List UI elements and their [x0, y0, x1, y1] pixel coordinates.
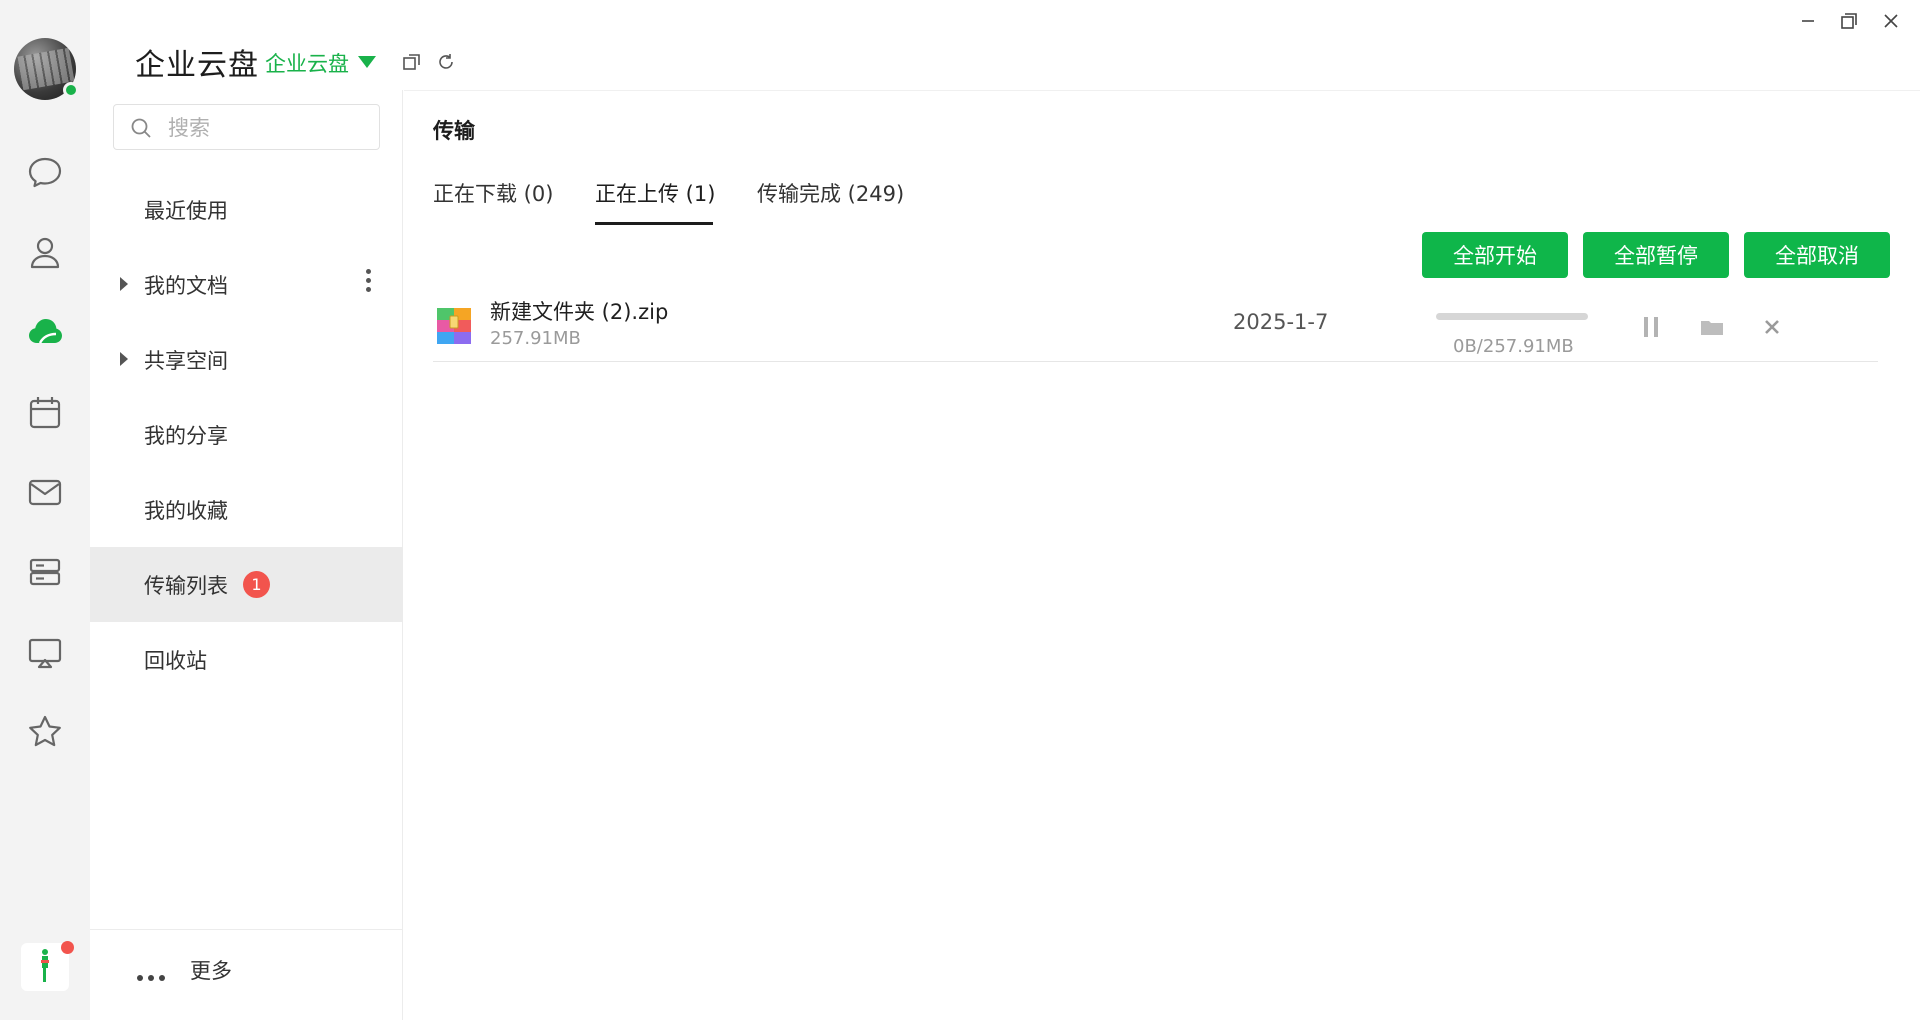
- sidebar-item-favorites[interactable]: 我的收藏: [90, 472, 403, 547]
- file-date: 2025-1-7: [1233, 310, 1329, 334]
- start-all-button[interactable]: 全部开始: [1422, 232, 1568, 278]
- sidebar-item-label: 我的收藏: [144, 499, 228, 523]
- header-divider: [404, 90, 1920, 91]
- caret-down-icon[interactable]: [358, 56, 376, 68]
- online-status-dot: [63, 82, 79, 98]
- sidebar-item-shared-space[interactable]: 共享空间: [90, 322, 403, 397]
- icon-rail: [0, 0, 90, 1020]
- progress-bar: [1436, 313, 1588, 320]
- tab-completed[interactable]: 传输完成 (249): [757, 178, 904, 208]
- progress-text: 0B/257.91MB: [1453, 336, 1574, 357]
- sidebar-item-recycle-bin[interactable]: 回收站: [90, 622, 403, 697]
- sidebar-item-transfer-list[interactable]: 传输列表 1: [90, 547, 403, 622]
- contacts-icon[interactable]: [25, 232, 65, 272]
- file-name: 新建文件夹 (2).zip: [490, 300, 669, 324]
- count-badge: 1: [243, 571, 270, 598]
- cloud-drive-icon[interactable]: [25, 312, 65, 352]
- pause-all-button[interactable]: 全部暂停: [1583, 232, 1729, 278]
- more-button[interactable]: 更多: [190, 955, 232, 985]
- sidebar-item-my-shares[interactable]: 我的分享: [90, 397, 403, 472]
- cancel-all-button[interactable]: 全部取消: [1744, 232, 1890, 278]
- sidebar-item-label: 我的文档: [144, 274, 228, 298]
- sidebar-item-label: 最近使用: [144, 199, 228, 223]
- notification-dot: [61, 941, 74, 954]
- cancel-transfer-icon[interactable]: [1758, 313, 1786, 341]
- sidebar-item-recent[interactable]: 最近使用: [90, 172, 403, 247]
- search-input[interactable]: [166, 113, 366, 143]
- storage-icon[interactable]: [25, 552, 65, 592]
- mail-icon[interactable]: [25, 472, 65, 512]
- app-title: 企业云盘: [135, 48, 259, 83]
- sidebar-item-label: 共享空间: [144, 349, 228, 373]
- restore-icon[interactable]: [1838, 10, 1860, 32]
- sidebar-item-label: 传输列表: [144, 574, 228, 598]
- page-title: 传输: [433, 119, 475, 143]
- space-selector[interactable]: 企业云盘: [265, 48, 349, 78]
- zip-file-icon: [437, 308, 471, 344]
- calendar-icon[interactable]: [25, 392, 65, 432]
- sidebar-footer-divider: [90, 929, 403, 930]
- sidebar-item-label: 回收站: [144, 649, 207, 673]
- transfer-row[interactable]: 新建文件夹 (2).zip 257.91MB 2025-1-7 0B/257.9…: [433, 290, 1878, 362]
- screen-share-icon[interactable]: [25, 632, 65, 672]
- minimize-icon[interactable]: [1797, 10, 1819, 32]
- tab-uploading[interactable]: 正在上传 (1): [595, 178, 715, 208]
- more-options-icon[interactable]: [365, 269, 373, 299]
- search-icon: [131, 118, 151, 138]
- favorites-star-icon[interactable]: [25, 712, 65, 752]
- sidebar-item-label: 我的分享: [144, 424, 228, 448]
- open-window-icon[interactable]: [402, 52, 422, 72]
- close-window-icon[interactable]: [1880, 10, 1902, 32]
- more-dots-icon[interactable]: [137, 966, 170, 985]
- open-folder-icon[interactable]: [1698, 313, 1726, 341]
- expand-arrow-icon[interactable]: [120, 277, 128, 291]
- pause-icon[interactable]: [1637, 313, 1665, 341]
- active-tab-indicator: [595, 222, 713, 225]
- sidebar-item-my-docs[interactable]: 我的文档: [90, 247, 403, 322]
- file-size: 257.91MB: [490, 328, 581, 349]
- tab-downloading[interactable]: 正在下载 (0): [433, 178, 553, 208]
- expand-arrow-icon[interactable]: [120, 352, 128, 366]
- search-box[interactable]: [113, 104, 380, 150]
- chat-icon[interactable]: [25, 152, 65, 192]
- refresh-icon[interactable]: [436, 52, 456, 72]
